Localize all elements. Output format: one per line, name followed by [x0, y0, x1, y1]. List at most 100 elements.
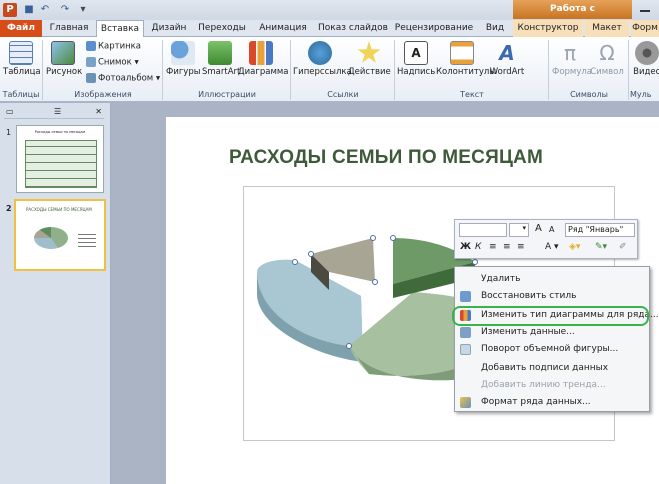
- series-selector-value: Ряд "Январь": [568, 225, 624, 234]
- tab-view[interactable]: Вид: [482, 20, 508, 37]
- chart-button[interactable]: Диаграмма: [238, 41, 288, 77]
- grow-font-button[interactable]: A: [535, 223, 542, 234]
- table-label: Таблица: [3, 67, 41, 77]
- table-icon: [9, 41, 33, 65]
- shapes-icon: [171, 41, 195, 65]
- photoalbum-label: Фотоальбом: [98, 73, 154, 84]
- outline-tab-icon[interactable]: ☰: [54, 107, 61, 116]
- symbol-button[interactable]: Ω Символ: [590, 41, 624, 77]
- pi-icon: π: [563, 41, 577, 65]
- slide-number-2: 2: [6, 204, 12, 213]
- tab-animation[interactable]: Анимация: [256, 20, 310, 37]
- group-label-media: Муль: [630, 90, 652, 99]
- pane-tabs: ▭ ☰ ✕: [4, 107, 104, 119]
- undo-icon[interactable]: ↶: [38, 3, 52, 17]
- save-icon[interactable]: ■: [22, 3, 36, 17]
- font-name-combo[interactable]: [459, 223, 507, 237]
- thumb2-title: РАСХОДЫ СЕМЬИ ПО МЕСЯЦАМ: [26, 207, 92, 212]
- thumb2-pie: [34, 227, 68, 249]
- globe-icon: [308, 41, 332, 65]
- slide-title[interactable]: РАСХОДЫ СЕМЬИ ПО МЕСЯЦАМ: [166, 147, 606, 169]
- thumb1-table: [25, 140, 97, 188]
- slide-thumbnail-1[interactable]: Расходы семьи по месяцам: [16, 125, 104, 193]
- photoalbum-button[interactable]: Фотоальбом ▾: [86, 73, 160, 84]
- font-color-icon[interactable]: A ▾: [545, 242, 559, 252]
- context-menu: Удалить Восстановить стиль Изменить тип …: [454, 266, 659, 412]
- tab-home[interactable]: Главная: [46, 20, 92, 37]
- menu-label: Восстановить стиль: [481, 291, 577, 301]
- shapes-button[interactable]: Фигуры: [166, 41, 200, 77]
- tab-chart-layout[interactable]: Макет: [585, 20, 629, 37]
- menu-item-add-trendline: Добавить линию тренда...: [455, 377, 649, 394]
- screenshot-icon: [86, 57, 96, 67]
- smartart-icon: [208, 41, 232, 65]
- headerfooter-button[interactable]: Колонтитулы: [436, 41, 496, 77]
- slides-tab-icon[interactable]: ▭: [6, 107, 14, 116]
- menu-label: Удалить: [481, 274, 521, 284]
- chart-label: Диаграмма: [238, 67, 289, 77]
- font-size-combo[interactable]: ▾: [509, 223, 529, 237]
- outline-color-icon[interactable]: ✎▾: [595, 242, 607, 252]
- group-separator: [290, 40, 291, 100]
- film-icon: [635, 41, 659, 65]
- tab-chart-format[interactable]: Форм: [631, 20, 659, 37]
- wordart-label: WordArt: [489, 67, 525, 77]
- align-center-icon[interactable]: ≡: [503, 242, 511, 252]
- picture-icon: [51, 41, 75, 65]
- menu-item-add-data-labels[interactable]: Добавить подписи данных: [455, 360, 649, 377]
- hyperlink-button[interactable]: Гиперссылка: [293, 41, 352, 77]
- wordart-button[interactable]: A WordArt: [489, 41, 525, 77]
- tab-design[interactable]: Дизайн: [148, 20, 190, 37]
- menu-item-edit-data[interactable]: Изменить данные...: [455, 324, 649, 341]
- table-button[interactable]: Таблица: [3, 41, 41, 77]
- symbol-label: Символ: [590, 67, 624, 77]
- tab-insert[interactable]: Вставка: [96, 20, 144, 38]
- ribbon-insert: Таблица Рисунок Картинка Снимок ▾ Фотоал…: [0, 37, 659, 102]
- video-button[interactable]: Видео: [630, 41, 659, 77]
- 3d-rotation-icon: [460, 344, 471, 355]
- slide-thumbnail-2-selected[interactable]: РАСХОДЫ СЕМЬИ ПО МЕСЯЦАМ: [14, 199, 106, 271]
- tab-review[interactable]: Рецензирование: [394, 20, 474, 37]
- italic-button[interactable]: К: [475, 242, 481, 252]
- powerpoint-logo-icon[interactable]: P: [3, 3, 17, 17]
- align-right-icon[interactable]: ≡: [517, 242, 525, 252]
- customize-qat-icon[interactable]: ▾: [76, 3, 90, 17]
- tab-file[interactable]: Файл: [0, 20, 42, 37]
- group-label-illustrations: Иллюстрации: [198, 90, 256, 99]
- menu-item-format-data-series[interactable]: Формат ряда данных...: [455, 394, 649, 411]
- wordart-icon: A: [499, 41, 515, 65]
- smartart-button[interactable]: SmartArt: [202, 41, 240, 77]
- menu-label: Добавить подписи данных: [481, 363, 609, 373]
- equation-button[interactable]: π Формула: [552, 41, 592, 77]
- close-pane-icon[interactable]: ✕: [95, 107, 102, 116]
- format-painter-icon[interactable]: ✐: [619, 242, 627, 252]
- picture-button[interactable]: Рисунок: [46, 41, 82, 77]
- group-label-links: Ссылки: [327, 90, 359, 99]
- tab-transitions[interactable]: Переходы: [196, 20, 248, 37]
- group-label-symbols: Символы: [570, 90, 608, 99]
- chart-element-combo[interactable]: Ряд "Январь": [565, 223, 635, 237]
- group-separator: [162, 40, 163, 100]
- action-star-icon: [357, 41, 381, 63]
- redo-icon[interactable]: ↷: [58, 3, 72, 17]
- tab-chart-design[interactable]: Конструктор: [513, 20, 583, 37]
- menu-label: Изменить данные...: [481, 327, 575, 337]
- minimize-icon[interactable]: [640, 4, 650, 12]
- menu-item-delete[interactable]: Удалить: [455, 271, 649, 288]
- align-left-icon[interactable]: ≡: [489, 242, 497, 252]
- menu-item-3d-rotation[interactable]: Поворот объемной фигуры...: [455, 341, 649, 358]
- group-label-images: Изображения: [74, 90, 132, 99]
- screenshot-button[interactable]: Снимок ▾: [86, 57, 139, 68]
- action-button[interactable]: Действие: [348, 41, 391, 77]
- group-label-tables: Таблицы: [2, 90, 40, 99]
- menu-item-reset-style[interactable]: Восстановить стиль: [455, 288, 649, 305]
- bold-button[interactable]: Ж: [460, 242, 471, 252]
- tab-slideshow[interactable]: Показ слайдов: [318, 20, 388, 37]
- fill-color-icon[interactable]: ◈▾: [569, 242, 580, 252]
- textbox-button[interactable]: A Надпись: [397, 41, 435, 77]
- format-series-icon: [460, 397, 471, 408]
- edit-data-icon: [460, 327, 471, 338]
- shrink-font-button[interactable]: A: [549, 225, 554, 234]
- textbox-icon: A: [404, 41, 428, 65]
- clipart-button[interactable]: Картинка: [86, 41, 141, 52]
